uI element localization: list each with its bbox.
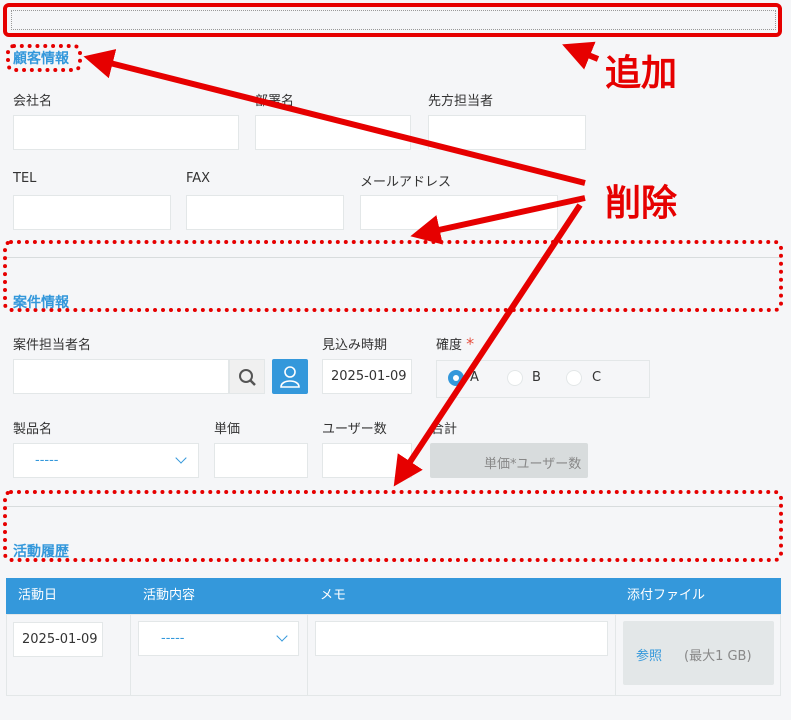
arrow-icon — [393, 203, 583, 487]
arrow-icon — [83, 49, 586, 186]
arrow-icon — [562, 41, 600, 70]
annotation-arrows — [83, 41, 600, 487]
arrow-icon — [410, 195, 586, 245]
